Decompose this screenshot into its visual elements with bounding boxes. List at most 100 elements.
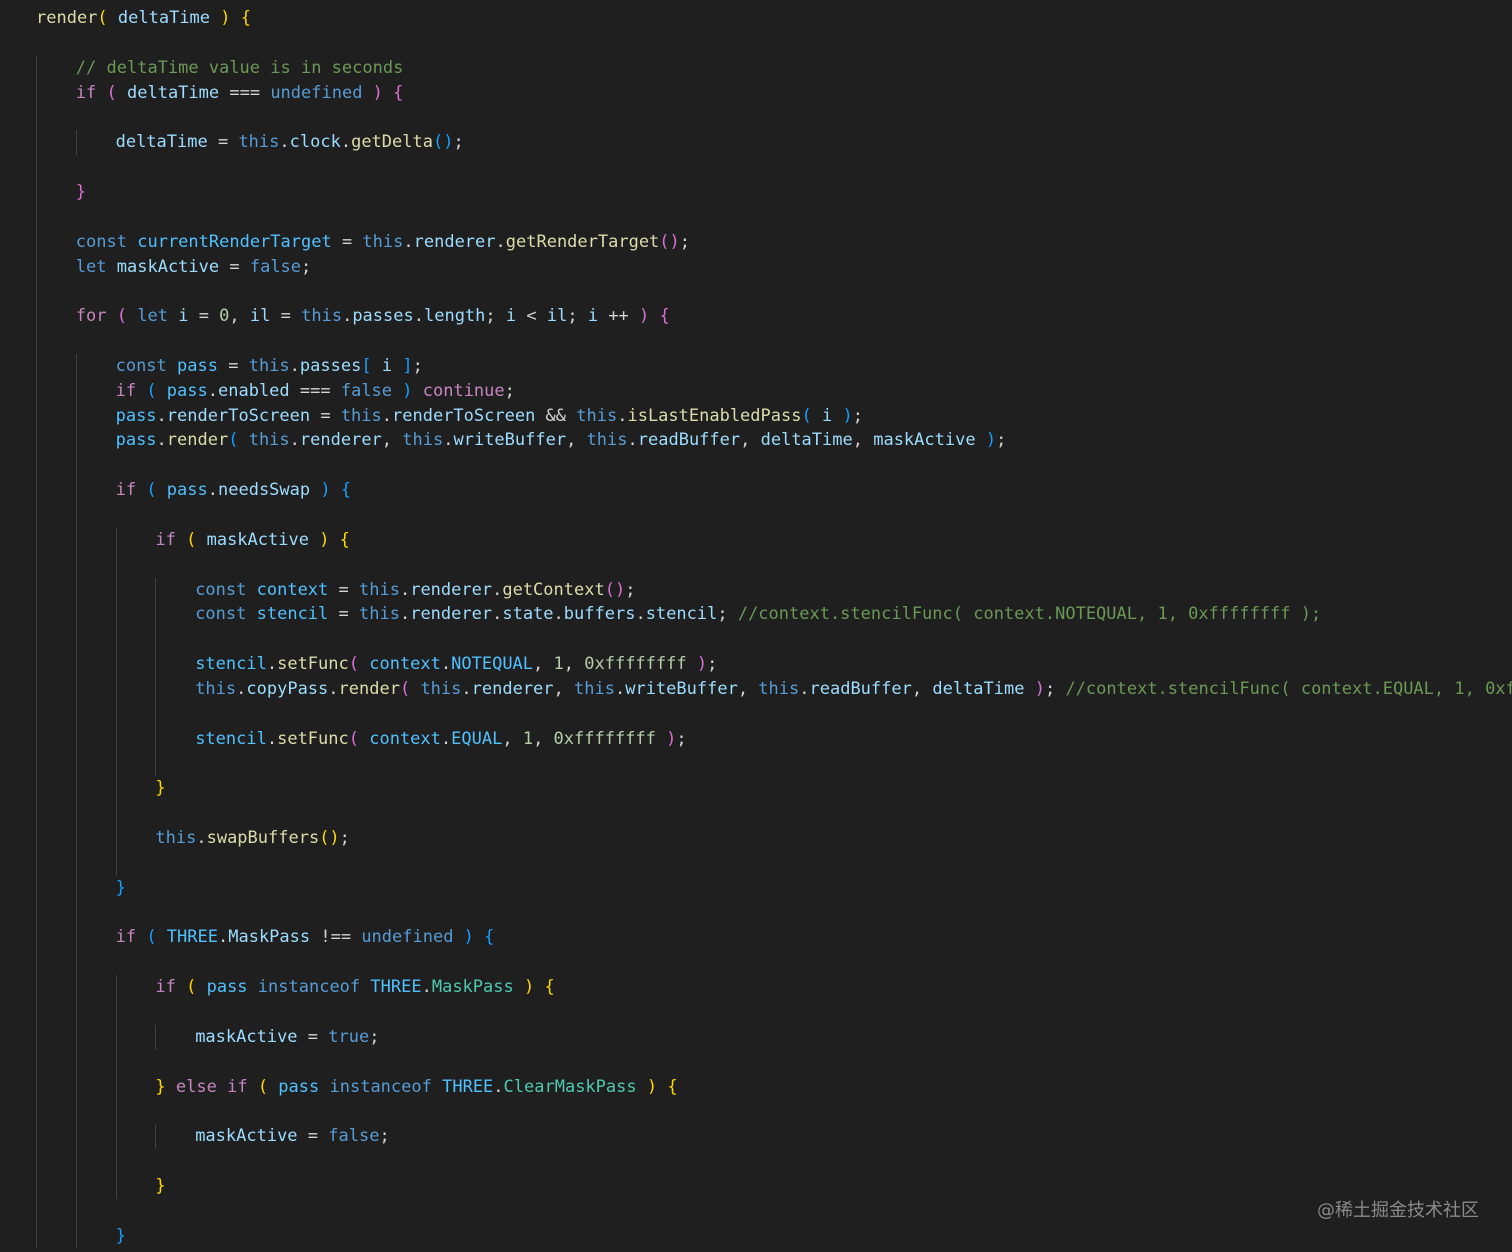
code-token: if <box>75 82 97 103</box>
code-token: . <box>635 604 646 625</box>
code-token: MaskPass <box>228 927 311 948</box>
code-token: === <box>289 380 341 401</box>
code-token: = <box>328 579 359 600</box>
code-token: this <box>248 430 290 451</box>
code-token: = <box>188 306 220 327</box>
code-token: NOTEQUAL <box>451 654 534 675</box>
code-token: MaskPass <box>431 977 514 998</box>
code-token: ( <box>175 977 207 998</box>
code-token: const <box>195 604 247 625</box>
code-line: const currentRenderTarget = this.rendere… <box>36 230 690 254</box>
code-token: maskActive <box>206 529 309 550</box>
code-token: , <box>740 430 761 451</box>
code-token: . <box>443 430 454 451</box>
code-token: maskActive <box>195 1126 298 1147</box>
code-token: stencil <box>195 728 267 749</box>
code-token: = <box>217 355 249 376</box>
code-line: if ( pass.enabled === false ) continue; <box>36 379 515 403</box>
code-token: } <box>75 181 87 202</box>
code-line: maskActive = false; <box>36 1124 390 1148</box>
code-line: pass.renderToScreen = this.renderToScree… <box>36 404 863 428</box>
code-line: pass.render( this.renderer, this.writeBu… <box>36 428 1007 452</box>
code-token: context <box>369 728 441 749</box>
code-token: . <box>627 430 638 451</box>
code-editor[interactable]: render( deltaTime ) {// deltaTime value … <box>0 0 1512 1252</box>
code-token: this <box>340 405 382 426</box>
code-token: ) <box>686 654 708 675</box>
code-token: i <box>381 355 393 376</box>
code-line: stencil.setFunc( context.EQUAL, 1, 0xfff… <box>36 727 686 751</box>
code-token: ; <box>625 579 636 600</box>
code-token: THREE <box>442 1076 494 1097</box>
code-token: . <box>799 678 810 699</box>
code-token: //context.stencilFunc( context.NOTEQUAL,… <box>737 604 1322 625</box>
code-token: this <box>359 579 400 600</box>
code-line: } <box>36 776 165 800</box>
code-token: } <box>155 1076 166 1097</box>
code-token: pass <box>115 405 157 426</box>
code-token: , <box>533 728 554 749</box>
code-token: this <box>155 828 197 849</box>
code-token: === <box>219 82 271 103</box>
code-token: . <box>156 430 167 451</box>
code-token: ) <box>639 306 660 327</box>
code-token: . <box>279 132 290 153</box>
code-token: . <box>461 678 472 699</box>
code-token: () <box>659 231 680 252</box>
code-token: . <box>617 405 628 426</box>
code-token: . <box>495 231 506 252</box>
code-token: false <box>328 1126 380 1147</box>
code-token: ; <box>301 256 312 277</box>
code-token: for <box>75 306 107 327</box>
code-token: } <box>115 1225 126 1246</box>
code-token: this <box>362 231 404 252</box>
code-token: ; <box>1044 678 1066 699</box>
code-line: const stencil = this.renderer.state.buff… <box>36 602 1321 626</box>
code-token: this <box>758 678 800 699</box>
code-token: . <box>421 977 432 998</box>
code-token: { <box>240 8 251 28</box>
code-line: let maskActive = false; <box>36 255 311 279</box>
watermark: @稀土掘金技术社区 <box>1317 1200 1479 1221</box>
code-token: if <box>155 977 176 998</box>
code-token: 0 <box>219 306 230 327</box>
code-token: setFunc <box>277 654 349 675</box>
code-token: render <box>36 8 98 28</box>
code-token: stencil <box>195 654 267 675</box>
code-token: getRenderTarget <box>505 231 660 252</box>
code-token: . <box>399 579 411 600</box>
code-token: ) <box>655 728 677 749</box>
code-token: this <box>574 678 615 699</box>
code-token: pass <box>206 977 248 998</box>
code-token: undefined <box>361 927 454 948</box>
code-token: let <box>75 256 107 277</box>
code-token: . <box>207 480 218 501</box>
code-token: ( <box>97 8 118 28</box>
code-token: ; <box>679 231 691 252</box>
code-token: ( <box>348 728 370 749</box>
code-token: ) <box>975 430 997 451</box>
code-token: clock <box>289 132 341 153</box>
code-token: this <box>238 132 280 153</box>
code-token: i <box>505 306 517 327</box>
code-token: enabled <box>218 380 290 401</box>
code-token: ; <box>412 355 423 376</box>
code-token: i <box>821 405 833 426</box>
code-line: const context = this.renderer.getContext… <box>36 578 635 602</box>
code-token: . <box>614 678 626 699</box>
code-token: render <box>166 430 229 451</box>
code-token: ) <box>453 927 485 948</box>
code-token: render <box>338 678 400 699</box>
code-token: ; <box>996 430 1007 451</box>
code-token: deltaTime <box>760 430 853 451</box>
code-token: = <box>310 405 341 426</box>
code-token: const <box>75 231 127 252</box>
code-line: if ( THREE.MaskPass !== undefined ) { <box>36 925 495 949</box>
code-token: ( <box>228 430 249 451</box>
code-line: stencil.setFunc( context.NOTEQUAL, 1, 0x… <box>36 652 717 676</box>
code-token: ) <box>362 82 394 103</box>
